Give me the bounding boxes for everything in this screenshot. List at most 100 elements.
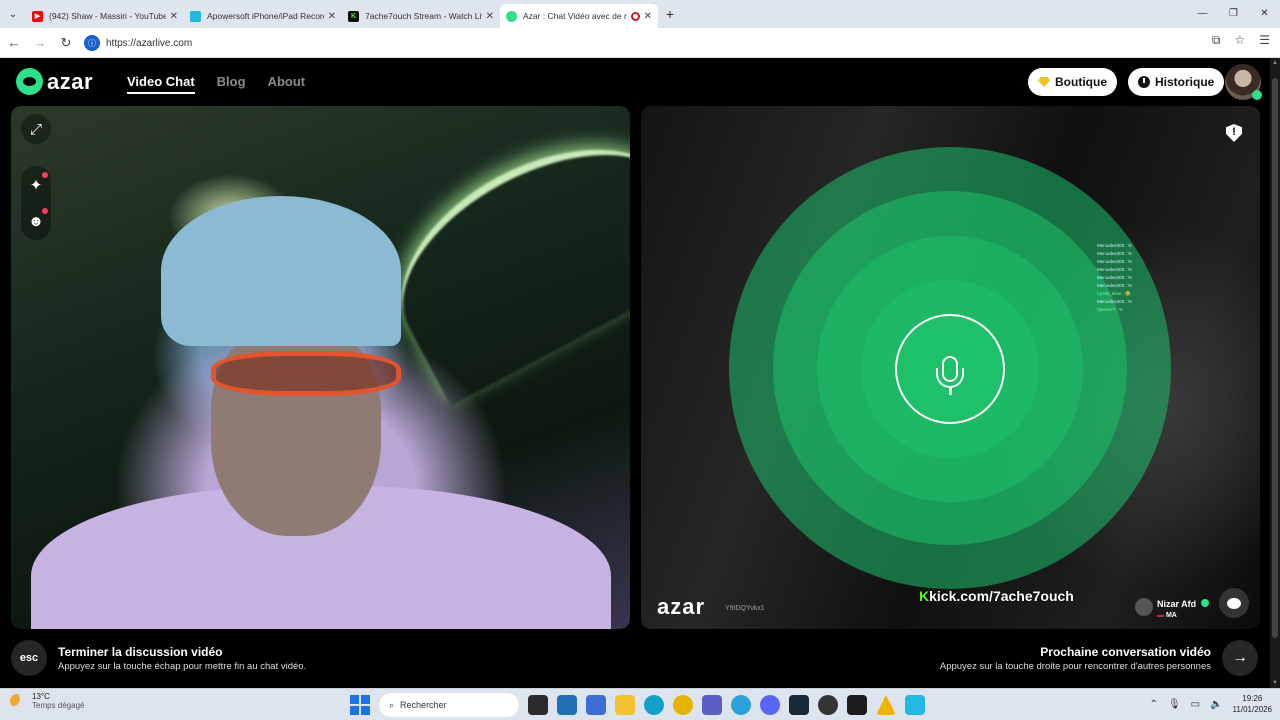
obs-icon[interactable]	[818, 695, 838, 715]
chrome-icon[interactable]	[673, 695, 693, 715]
end-chat-description: Appuyez sur la touche échap pour mettre …	[58, 661, 307, 672]
logo-text: azar	[47, 68, 94, 94]
historique-label: Historique	[1155, 75, 1215, 89]
recording-icon	[630, 11, 640, 21]
reading-list-icon[interactable]: ☰	[1259, 33, 1270, 48]
nav-about[interactable]: About	[268, 74, 306, 94]
steam-icon[interactable]	[789, 695, 809, 715]
remote-video-feed: ! Mercedes300 : % Mercedes300 : % Merced…	[641, 106, 1260, 629]
weather-widget[interactable]: 13°C Temps dégagé	[10, 692, 84, 710]
notification-dot	[42, 208, 48, 214]
report-shield-icon[interactable]: !	[1226, 124, 1242, 142]
new-tab-button[interactable]: +	[658, 6, 682, 22]
historique-button[interactable]: Historique	[1128, 68, 1225, 96]
discord-icon[interactable]	[760, 695, 780, 715]
close-tab-icon[interactable]: ✕	[170, 11, 178, 22]
teams-icon[interactable]	[702, 695, 722, 715]
expand-icon[interactable]: ⤢	[21, 114, 51, 144]
close-window-icon[interactable]: ✕	[1249, 0, 1280, 28]
weather-condition: Temps dégagé	[32, 701, 85, 710]
azar-logo[interactable]: azar	[16, 68, 93, 95]
peer-info[interactable]: Nizar Afd ▬ MA	[1135, 594, 1209, 619]
url-field[interactable]: ⓘ https://azarlive.com	[82, 31, 1202, 55]
chat-line: Mercedes300 : %	[1097, 251, 1133, 256]
local-video-feed: ⤢ ✦ ☻	[11, 106, 630, 629]
face-filter-icon[interactable]: ☻	[21, 206, 51, 236]
chat-line: Mercedes300 : %	[1097, 267, 1133, 272]
verified-badge-icon	[1200, 599, 1209, 607]
kick-logo: K	[919, 588, 930, 604]
esc-key-button[interactable]: esc	[11, 640, 47, 676]
tray-chevron-icon[interactable]: ⌃	[1150, 699, 1158, 710]
scrollbar-thumb[interactable]	[1272, 78, 1278, 638]
clock-time: 19:26	[1242, 694, 1263, 703]
chat-line: Mercedes300 : %	[1097, 275, 1133, 280]
chat-bubble-button[interactable]	[1219, 588, 1249, 618]
tab-azar[interactable]: Azar : Chat Vidéo avec de nouveaux amis …	[500, 4, 658, 28]
chat-line: Mercedes300 : %	[1097, 283, 1133, 288]
nav-video-chat[interactable]: Video Chat	[127, 74, 195, 94]
reload-icon[interactable]: ↻	[54, 35, 78, 51]
boutique-button[interactable]: Boutique	[1028, 68, 1117, 96]
taskbar-clock[interactable]: 19:26 11/01/2026	[1233, 693, 1272, 715]
tab-search-chevron-icon[interactable]: ⌄	[0, 0, 26, 28]
volume-icon[interactable]: 🔈	[1210, 699, 1222, 710]
task-view-icon[interactable]	[528, 695, 548, 715]
close-tab-icon[interactable]: ✕	[644, 11, 652, 22]
close-tab-icon[interactable]: ✕	[486, 11, 494, 22]
next-chat-title: Prochaine conversation vidéo	[1040, 645, 1211, 659]
chat-bubble-icon	[1227, 597, 1241, 609]
nav-blog[interactable]: Blog	[217, 74, 246, 94]
notification-dot	[42, 172, 48, 178]
video-side-tools: ⤢ ✦ ☻	[21, 114, 51, 240]
site-info-icon[interactable]: ⓘ	[84, 35, 100, 51]
azar-watermark: azar	[657, 594, 706, 619]
end-chat-title: Terminer la discussion vidéo	[58, 645, 223, 659]
person-cap	[161, 196, 401, 346]
edge-icon[interactable]	[644, 695, 664, 715]
restore-icon[interactable]: ❐	[1218, 0, 1249, 28]
online-badge	[1252, 90, 1262, 100]
next-chat-description: Appuyez sur la touche droite pour rencon…	[939, 661, 1211, 672]
temperature: 13°C	[32, 692, 50, 701]
tab-title: 7ache7ouch Stream - Watch Live	[365, 11, 482, 21]
kick-link-text: kick.com/7ache7ouch	[929, 588, 1074, 604]
bookmark-star-icon[interactable]: ☆	[1234, 33, 1245, 48]
forward-icon[interactable]: →	[28, 35, 52, 50]
clock-date: 11/01/2026	[1232, 705, 1272, 714]
taskbar-apps: ⌕ Rechercher	[350, 693, 925, 717]
search-placeholder: Rechercher	[400, 700, 447, 710]
network-icon[interactable]: ▭	[1191, 699, 1200, 710]
effects-sparkle-icon[interactable]: ✦	[21, 170, 51, 200]
url-text[interactable]: https://azarlive.com	[106, 38, 192, 49]
tab-youtube[interactable]: ▶ (942) Shaw - Massiri - YouTube ✕	[26, 4, 184, 28]
microphone-tray-icon[interactable]: 🎙	[1168, 699, 1181, 710]
minimize-icon[interactable]: —	[1187, 0, 1218, 28]
warning-app-icon[interactable]	[876, 695, 896, 715]
page-scrollbar[interactable]: ▲ ▼	[1270, 58, 1280, 688]
person-glasses	[211, 351, 401, 396]
tab-kick[interactable]: K 7ache7ouch Stream - Watch Live ✕	[342, 4, 500, 28]
next-arrow-button[interactable]: →	[1222, 640, 1258, 676]
windows-start-icon[interactable]	[350, 695, 370, 715]
tab-apowersoft[interactable]: Apowersoft iPhone/iPad Recorder ✕	[184, 4, 342, 28]
taskbar-search[interactable]: ⌕ Rechercher	[379, 693, 519, 717]
site-header: azar Video Chat Blog About Boutique Hist…	[0, 58, 1270, 106]
outlook-icon[interactable]	[586, 695, 606, 715]
back-icon[interactable]: ←	[2, 35, 26, 50]
apowersoft-icon	[190, 10, 201, 22]
install-app-icon[interactable]: ⧉	[1212, 33, 1221, 48]
telegram-icon[interactable]	[731, 695, 751, 715]
scroll-up-icon[interactable]: ▲	[1270, 60, 1280, 66]
azar-page: azar Video Chat Blog About Boutique Hist…	[0, 58, 1270, 688]
morocco-flag-icon: ▬	[1157, 612, 1164, 619]
media-app-icon[interactable]	[847, 695, 867, 715]
close-tab-icon[interactable]: ✕	[328, 11, 336, 22]
store-icon[interactable]	[557, 695, 577, 715]
user-avatar[interactable]	[1225, 64, 1262, 100]
apowersoft-taskbar-icon[interactable]	[905, 695, 925, 715]
scroll-down-icon[interactable]: ▼	[1270, 680, 1280, 686]
file-explorer-icon[interactable]	[615, 695, 635, 715]
kick-icon: K	[348, 10, 359, 22]
gem-icon	[1038, 77, 1050, 87]
